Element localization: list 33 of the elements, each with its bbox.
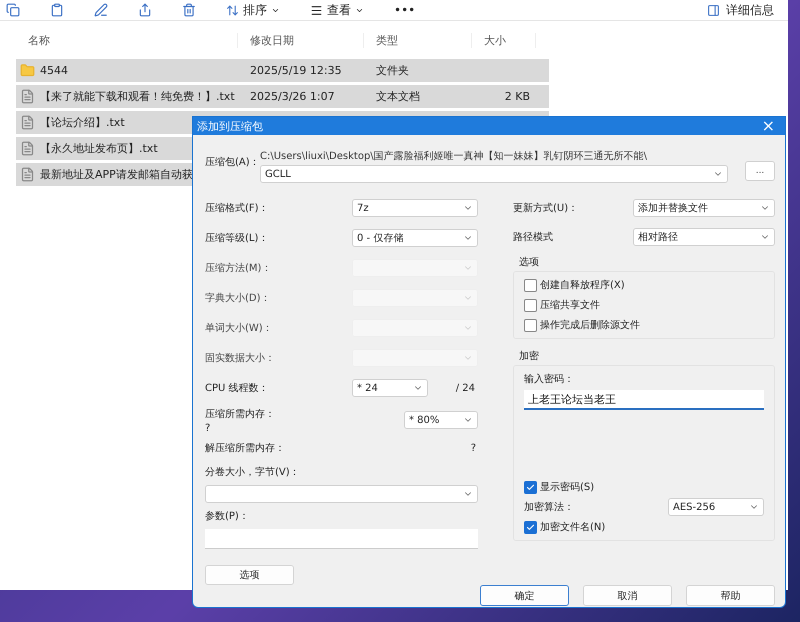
- group-title: 加密: [519, 350, 540, 363]
- file-name: 4544: [40, 64, 68, 77]
- password-label: 输入密码：: [524, 372, 575, 386]
- setting-label: 参数(P)：: [205, 510, 250, 523]
- file-type: 文本文档: [375, 89, 421, 104]
- setting-label: 固实数据大小：: [205, 352, 275, 365]
- setting-label: 路径模式: [513, 230, 553, 244]
- memory-value: ?: [470, 442, 476, 454]
- file-name: 最新地址及APP请发邮箱自动获: [40, 167, 193, 182]
- file-type: 文件夹: [375, 63, 410, 78]
- group-title: 选项: [519, 256, 540, 269]
- thread-total: / 24: [456, 382, 476, 394]
- setting-label: 压缩等级(L)：: [205, 232, 268, 245]
- setting-label: 字典大小(D)：: [205, 292, 271, 305]
- setting-label: 压缩所需内存：: [205, 408, 275, 420]
- setting-label: 更新方式(U)：: [513, 202, 578, 214]
- setting-label: 压缩格式(F)：: [205, 202, 269, 215]
- file-name: 【论坛介绍】.txt: [40, 115, 125, 130]
- file-date: 2025/5/19 12:35: [249, 64, 343, 77]
- method-label: 加密算法：: [524, 500, 574, 514]
- setting-label: 分卷大小，字节(V)：: [205, 466, 301, 479]
- dialog-title: 添加到压缩包: [197, 118, 263, 134]
- file-name: 【来了就能下载和观看！纯免费！】.txt: [40, 89, 235, 104]
- file-date: 2025/3/26 1:07: [249, 90, 336, 103]
- archive-label: 压缩包(A)：: [205, 156, 260, 169]
- setting-label: 压缩方法(M)：: [205, 262, 272, 275]
- file-size: 2 KB: [504, 90, 531, 103]
- setting-label: 单词大小(W)：: [205, 322, 273, 335]
- setting-label: 解压缩所需内存：: [205, 442, 285, 455]
- archive-path: C:\Users\liuxi\Desktop\国产露脸福利姬唯一真神【知一妹妹】乳钉阴环三通无所不能\: [260, 150, 648, 163]
- memory-value: ?: [205, 422, 212, 434]
- file-name: 【永久地址发布页】.txt: [40, 141, 158, 156]
- setting-label: CPU 线程数：: [205, 382, 270, 395]
